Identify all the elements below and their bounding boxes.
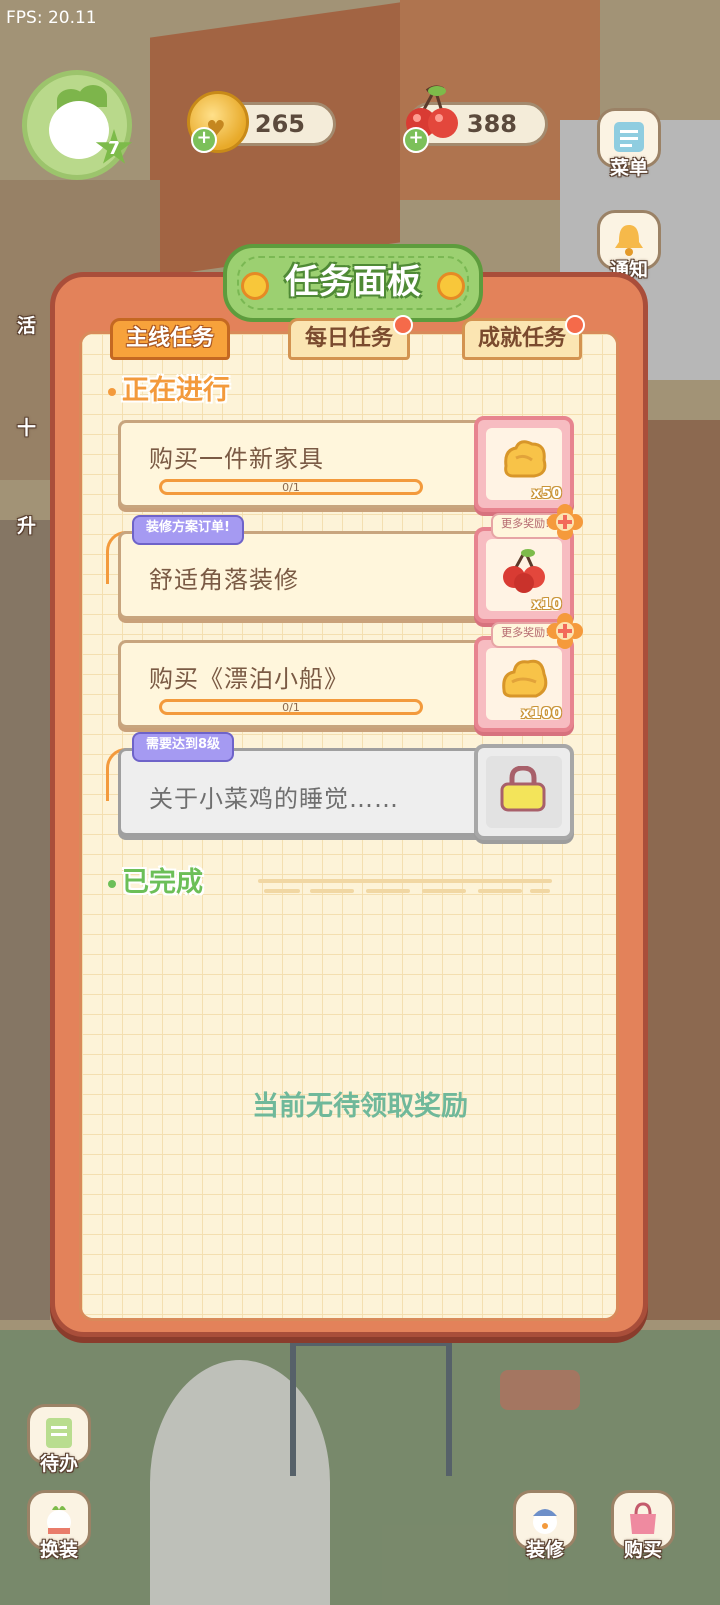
task-item[interactable]: 购买《漂泊小船》 0/1 更多奖励!! x100 — [118, 613, 583, 732]
task-tag: 装修方案订单! — [132, 515, 244, 545]
tab-main-tasks[interactable]: 主线任务 — [110, 318, 230, 360]
cherry-amount: 388 — [466, 110, 517, 138]
renovate-button[interactable]: 装修 — [508, 1486, 582, 1566]
todo-button[interactable]: 待办 — [22, 1400, 96, 1480]
bell-icon — [615, 225, 643, 256]
worker-chick-icon — [533, 1509, 557, 1534]
divider-dashes — [258, 879, 552, 893]
left-upgrade-button[interactable]: 升 — [0, 462, 36, 542]
menu-button[interactable]: 菜单 — [592, 104, 666, 184]
left-edge-button[interactable]: 十 — [0, 364, 36, 444]
left-edge-glyph: 活 — [16, 315, 36, 337]
renovate-label: 装修 — [525, 1539, 564, 1561]
task-progress-text: 0/1 — [282, 481, 300, 494]
left-edge-glyph: 十 — [16, 417, 36, 439]
notification-dot-icon — [393, 315, 413, 335]
completed-heading: 已完成 — [108, 860, 203, 899]
menu-list-icon — [614, 122, 644, 152]
cherry-counter[interactable]: + 388 — [403, 85, 548, 153]
coin-counter[interactable]: ♥ + 265 — [187, 91, 336, 153]
locked-reward — [474, 744, 574, 840]
gold-nugget-icon — [502, 659, 548, 698]
chick-face-icon — [49, 101, 109, 159]
decor-dot-icon — [241, 272, 269, 300]
task-reward[interactable]: 更多奖励!! x100 — [474, 613, 583, 732]
tab-label: 成就任务 — [477, 326, 566, 351]
shop-bag-icon — [630, 1502, 656, 1534]
task-item-locked[interactable]: 关于小菜鸡的睡觉…… 需要达到8级 — [106, 732, 574, 840]
tab-daily-tasks[interactable]: 每日任务 — [288, 315, 413, 360]
decor-dot-icon — [437, 272, 465, 300]
left-edge-glyph: 升 — [16, 515, 36, 537]
task-tabs: 主线任务 每日任务 成就任务 — [110, 315, 630, 362]
coin-amount: 265 — [254, 110, 305, 138]
empty-rewards-message: 当前无待领取奖励 — [252, 1091, 468, 1122]
buy-label: 购买 — [623, 1539, 662, 1561]
task-name: 关于小菜鸡的睡觉…… — [149, 785, 399, 813]
add-coins-button[interactable]: + — [191, 127, 217, 153]
task-progress-text: 0/1 — [282, 701, 300, 714]
panel-title-banner: 任务面板 — [223, 244, 483, 322]
task-progress-bar: 0/1 — [159, 479, 423, 495]
lock-icon — [500, 766, 546, 812]
cherry-icon — [503, 549, 545, 593]
bonus-flower-icon — [547, 504, 583, 540]
task-name: 购买一件新家具 — [149, 445, 324, 473]
tab-label: 每日任务 — [304, 326, 393, 351]
outfit-chick-icon — [47, 1506, 71, 1534]
reward-quantity: x10 — [531, 595, 562, 613]
buy-button[interactable]: 购买 — [606, 1486, 680, 1566]
tab-achievement-tasks[interactable]: 成就任务 — [462, 315, 585, 360]
level-requirement-tag: 需要达到8级 — [132, 732, 235, 762]
player-avatar[interactable]: 7 — [22, 70, 133, 180]
fps-counter: FPS: 20.11 — [6, 8, 97, 28]
outfit-button[interactable]: 换装 — [22, 1486, 96, 1566]
reward-quantity: x100 — [521, 704, 562, 722]
gold-nugget-icon — [504, 440, 547, 478]
tab-label: 主线任务 — [125, 326, 214, 351]
panel-title: 任务面板 — [285, 262, 421, 302]
completed-label: 已完成 — [122, 867, 203, 898]
menu-label: 菜单 — [609, 157, 648, 179]
notification-dot-icon — [565, 315, 585, 335]
add-cherries-button[interactable]: + — [403, 127, 429, 153]
task-progress-bar: 0/1 — [159, 699, 423, 715]
in-progress-label: 正在进行 — [122, 375, 230, 406]
in-progress-heading: 正在进行 — [108, 368, 230, 407]
reward-quantity: x50 — [531, 484, 562, 502]
task-reward[interactable]: x50 — [474, 416, 574, 512]
bonus-flower-icon — [547, 613, 583, 649]
task-reward[interactable]: 更多奖励!! x10 — [474, 504, 583, 623]
task-name: 舒适角落装修 — [149, 566, 299, 594]
outfit-label: 换装 — [39, 1539, 78, 1561]
task-name: 购买《漂泊小船》 — [149, 665, 349, 693]
clipboard-icon — [46, 1418, 72, 1448]
left-event-button[interactable]: 活 — [0, 262, 36, 342]
task-item[interactable]: 舒适角落装修 装修方案订单! 更多奖励!! x10 — [106, 504, 583, 623]
todo-label: 待办 — [39, 1453, 78, 1475]
task-item[interactable]: 购买一件新家具 0/1 x50 — [118, 416, 574, 512]
